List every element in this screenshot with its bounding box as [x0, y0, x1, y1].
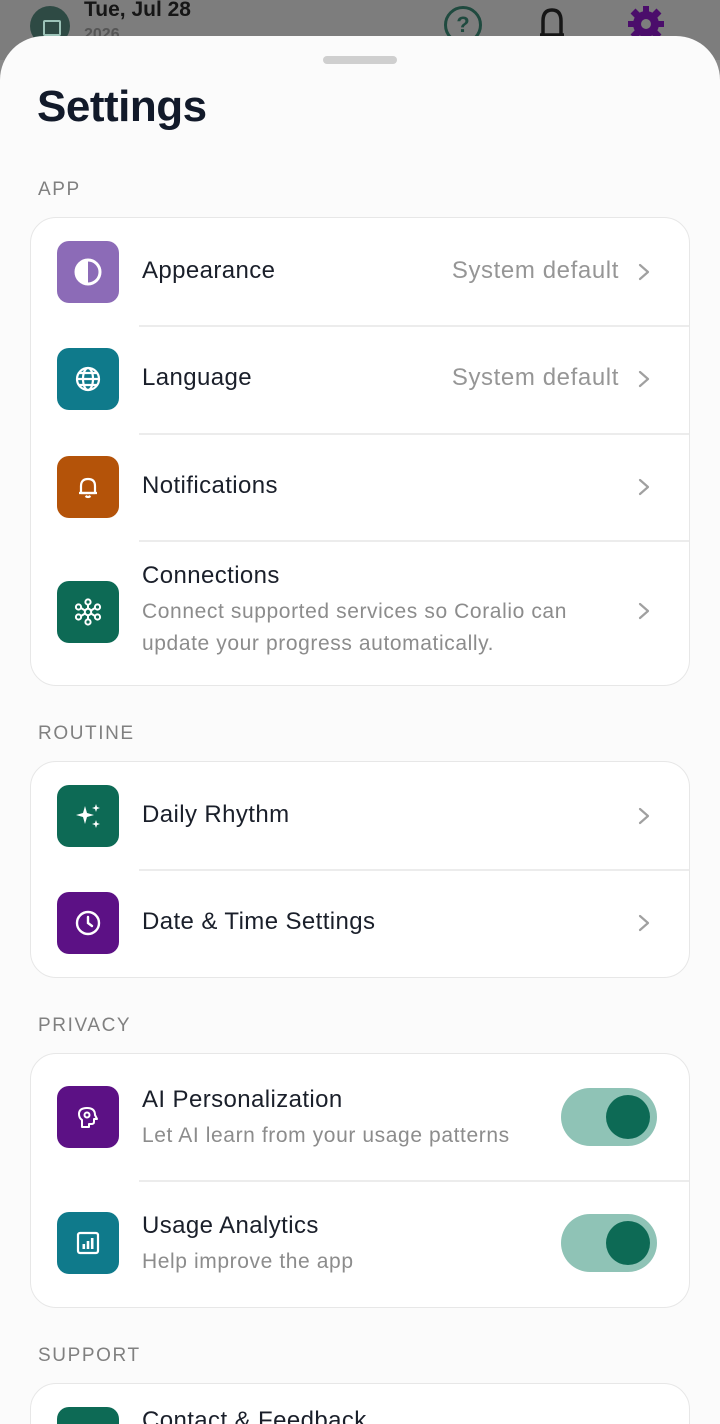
row-value: System default — [451, 257, 619, 284]
row-label: Date & Time Settings — [142, 908, 376, 935]
toggle-knob — [606, 1221, 650, 1265]
settings-row-appearance[interactable]: Appearance System default — [31, 218, 689, 325]
chevron-right-icon — [638, 370, 650, 388]
section-label-support: SUPPORT — [38, 1345, 141, 1366]
bell-icon[interactable] — [538, 6, 566, 40]
ai-personalization-toggle[interactable] — [561, 1088, 657, 1146]
sparkles-icon — [57, 785, 119, 847]
settings-row-language[interactable]: Language System default — [31, 326, 689, 433]
row-label: Notifications — [142, 472, 278, 499]
row-subtitle: Let AI learn from your usage patterns — [142, 1124, 510, 1147]
row-value: System default — [451, 364, 619, 391]
row-label: AI Personalization — [142, 1086, 343, 1113]
chevron-right-icon — [638, 807, 650, 825]
toggle-knob — [606, 1095, 650, 1139]
chevron-right-icon — [638, 478, 650, 496]
settings-row-notifications[interactable]: Notifications — [31, 434, 689, 541]
settings-row-connections[interactable]: Connections Connect supported services s… — [31, 541, 689, 685]
row-subtitle: Connect supported services so Coralio ca… — [142, 600, 567, 655]
row-label: Daily Rhythm — [142, 801, 290, 828]
clock-icon — [57, 892, 119, 954]
settings-row-date-time[interactable]: Date & Time Settings — [31, 870, 689, 977]
row-label: Usage Analytics — [142, 1212, 319, 1239]
header-date: Tue, Jul 28 — [84, 0, 191, 21]
section-label-privacy: PRIVACY — [38, 1015, 132, 1036]
settings-row-ai-personalization: AI Personalization Let AI learn from you… — [31, 1054, 689, 1180]
sheet-drag-handle[interactable] — [323, 56, 397, 64]
settings-row-contact-feedback[interactable]: Contact & Feedback — [31, 1384, 689, 1424]
globe-icon — [57, 348, 119, 410]
row-subtitle: Help improve the app — [142, 1250, 354, 1273]
contrast-icon — [57, 241, 119, 303]
chevron-right-icon — [638, 602, 650, 620]
brain-icon — [57, 1086, 119, 1148]
chevron-right-icon — [638, 263, 650, 281]
row-label: Language — [142, 364, 252, 391]
section-label-app: APP — [38, 179, 81, 200]
network-icon — [57, 581, 119, 643]
row-label: Contact & Feedback — [142, 1407, 367, 1424]
row-label: Connections — [142, 562, 280, 589]
page-title: Settings — [37, 82, 207, 131]
settings-row-usage-analytics: Usage Analytics Help improve the app — [31, 1181, 689, 1307]
section-label-routine: ROUTINE — [38, 723, 135, 744]
card-routine: Daily Rhythm Date & Time Settings — [30, 761, 690, 978]
bell-icon — [57, 456, 119, 518]
card-app: Appearance System default Language Syste… — [30, 217, 690, 686]
settings-row-daily-rhythm[interactable]: Daily Rhythm — [31, 762, 689, 869]
card-support: Contact & Feedback — [30, 1383, 690, 1424]
card-privacy: AI Personalization Let AI learn from you… — [30, 1053, 690, 1308]
usage-analytics-toggle[interactable] — [561, 1214, 657, 1272]
settings-sheet: Settings APP Appearance System default L… — [0, 36, 720, 1424]
mail-icon — [57, 1407, 119, 1424]
chart-icon — [57, 1212, 119, 1274]
chevron-right-icon — [638, 914, 650, 932]
row-label: Appearance — [142, 257, 276, 284]
